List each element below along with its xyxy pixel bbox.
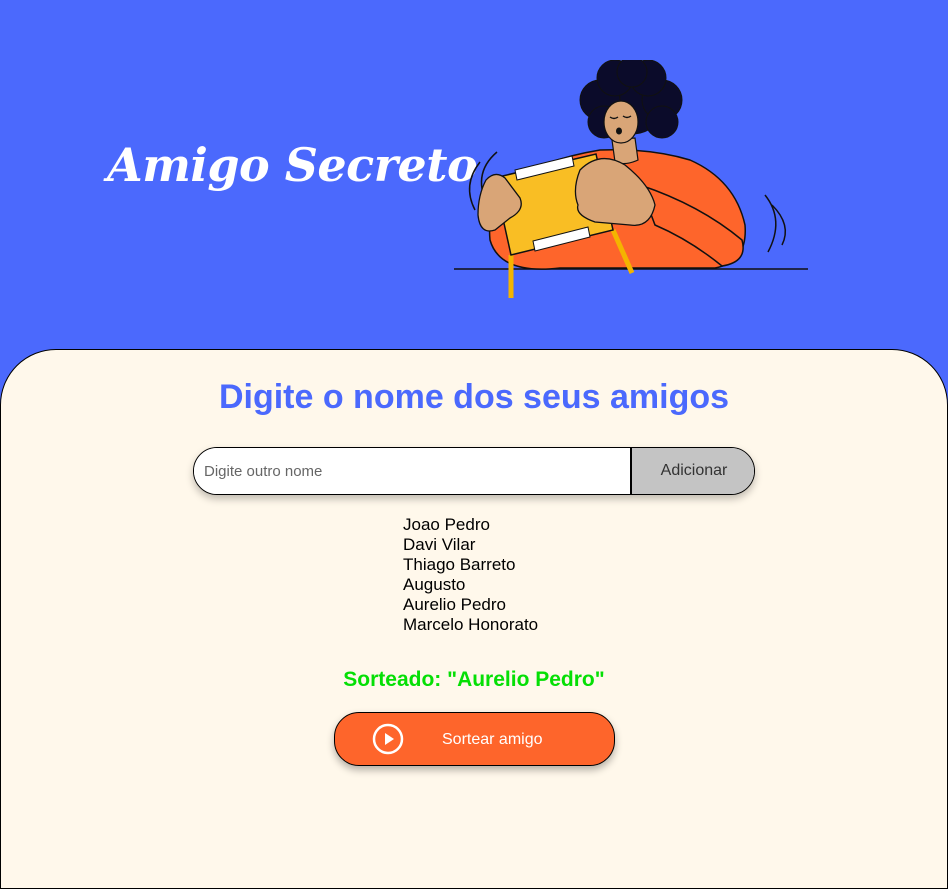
main-panel: Digite o nome dos seus amigos Adicionar … <box>0 349 948 889</box>
name-input[interactable] <box>194 448 630 494</box>
draw-friend-button[interactable]: Sortear amigo <box>334 712 615 766</box>
friends-list: Joao Pedro Davi Vilar Thiago Barreto Aug… <box>403 515 538 635</box>
header: Amigo Secreto <box>0 0 948 350</box>
list-item: Augusto <box>403 575 466 594</box>
name-input-group: Adicionar <box>193 447 755 495</box>
list-item: Joao Pedro <box>403 515 490 534</box>
person-with-gift-illustration <box>454 60 808 298</box>
list-item: Aurelio Pedro <box>403 595 507 614</box>
play-circle-icon <box>372 723 404 755</box>
draw-result: Sorteado: "Aurelio Pedro" <box>343 668 605 691</box>
app-title: Amigo Secreto <box>107 138 478 192</box>
list-item: Davi Vilar <box>403 535 476 554</box>
draw-button-label: Sortear amigo <box>442 731 543 748</box>
add-button[interactable]: Adicionar <box>630 448 754 494</box>
list-item: Thiago Barreto <box>403 555 516 574</box>
section-title: Digite o nome dos seus amigos <box>218 378 730 416</box>
list-item: Marcelo Honorato <box>403 615 539 634</box>
